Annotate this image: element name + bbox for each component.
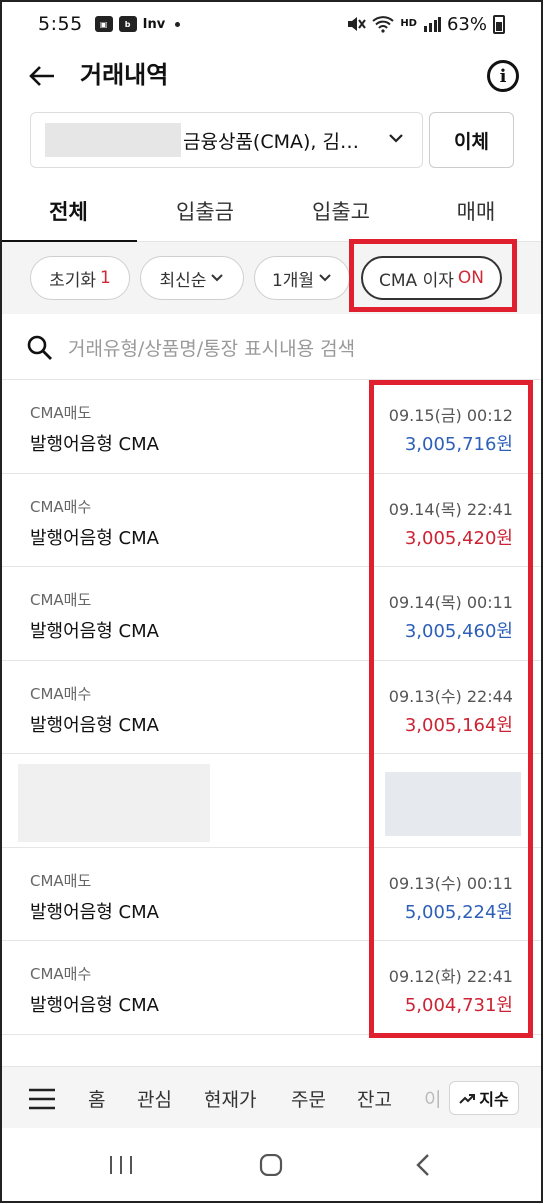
page-title: 거래내역: [80, 61, 169, 89]
status-time: 5:55: [38, 13, 83, 35]
transaction-amount: 3,005,420원: [404, 527, 513, 549]
mute-icon: [348, 17, 367, 31]
product-name: 발행어음형 CMA: [30, 995, 159, 1016]
nav-order[interactable]: 주문: [291, 1085, 326, 1112]
sort-label: 최신순: [159, 270, 207, 291]
cma-label: CMA 이자: [379, 270, 454, 291]
transaction-row[interactable]: CMA매도 발행어음형 CMA 09.15(금) 00:12 3,005,716…: [0, 380, 543, 474]
transaction-type: CMA매수: [30, 965, 92, 983]
account-label: 금융상품(CMA), 김…: [183, 131, 359, 153]
wifi-icon: [372, 16, 394, 33]
transaction-type: CMA매수: [30, 684, 92, 703]
search-icon: [27, 335, 52, 360]
system-nav-bar: [0, 1128, 543, 1203]
transaction-amount: 3,005,164원: [404, 714, 513, 736]
product-name: 발행어음형 CMA: [30, 434, 159, 455]
notification-icons: ▣ b Inv: [94, 16, 181, 32]
sort-chip[interactable]: 최신순: [140, 256, 244, 300]
battery-icon: [493, 14, 505, 34]
info-icon[interactable]: i: [487, 60, 519, 92]
period-label: 1개월: [271, 270, 315, 291]
nav-balance[interactable]: 잔고: [357, 1085, 392, 1112]
reset-label: 초기화: [49, 270, 97, 291]
back-icon[interactable]: [414, 1153, 432, 1177]
transaction-amount: 3,005,716원: [404, 434, 513, 455]
transaction-date: 09.13(수) 22:44: [388, 686, 513, 706]
recent-apps-icon[interactable]: [108, 1154, 134, 1176]
nav-more-truncated[interactable]: 이: [424, 1085, 441, 1112]
tab-all[interactable]: 전체: [0, 180, 137, 243]
cma-interest-toggle[interactable]: CMA 이자 ON: [361, 256, 502, 300]
status-right: HD 63%: [346, 14, 505, 35]
chevron-down-icon: [211, 274, 224, 282]
transaction-amount: 3,005,460원: [404, 621, 513, 642]
transaction-type: CMA매도: [30, 591, 92, 609]
cma-state: ON: [457, 268, 484, 288]
transaction-date: 09.14(목) 22:41: [388, 499, 513, 519]
tab-stock-transfer[interactable]: 입출고: [273, 180, 409, 242]
filter-bar: 초기화 1 최신순 1개월 CMA 이자 ON: [0, 242, 543, 314]
transaction-date: 09.12(화) 22:41: [388, 967, 513, 986]
transaction-date: 09.13(수) 00:11: [388, 873, 513, 893]
transaction-date: 09.15(금) 00:12: [388, 406, 513, 425]
bottom-nav: 홈 관심 현재가 주문 잔고 이 지수: [0, 1066, 543, 1128]
inv-icon: Inv: [142, 16, 166, 32]
search-placeholder: 거래유형/상품명/통장 표시내용 검색: [68, 338, 356, 360]
chevron-down-icon: [319, 274, 331, 282]
reset-filter-chip[interactable]: 초기화 1: [30, 256, 130, 300]
product-name: 발행어음형 CMA: [30, 901, 159, 923]
product-name: 발행어음형 CMA: [30, 621, 159, 642]
tab-trade[interactable]: 매매: [409, 180, 543, 242]
transaction-type: CMA매수: [30, 497, 92, 516]
transaction-list: CMA매도 발행어음형 CMA 09.15(금) 00:12 3,005,716…: [0, 380, 543, 1035]
tab-deposit-withdrawal[interactable]: 입출금: [137, 180, 273, 242]
reset-count: 1: [100, 268, 111, 288]
nav-home[interactable]: 홈: [88, 1085, 105, 1112]
transaction-row[interactable]: CMA매도 발행어음형 CMA 09.14(목) 00:11 3,005,460…: [0, 567, 543, 661]
transaction-amount: 5,004,731원: [404, 995, 513, 1016]
product-name: 발행어음형 CMA: [30, 527, 159, 549]
transaction-row[interactable]: CMA매수 발행어음형 CMA 09.14(목) 22:41 3,005,420…: [0, 474, 543, 567]
redacted-account-number: [45, 123, 181, 157]
hd-voice-icon: HD: [400, 18, 417, 29]
account-selector[interactable]: 금융상품(CMA), 김…: [30, 112, 423, 168]
signal-icon: [423, 17, 441, 32]
product-name: 발행어음형 CMA: [30, 714, 159, 736]
index-label: 지수: [479, 1090, 509, 1109]
battery-percent: 63%: [446, 13, 487, 35]
chevron-down-icon: [389, 134, 403, 143]
trend-up-icon: [459, 1094, 476, 1104]
transaction-type: CMA매도: [30, 871, 92, 890]
transfer-button[interactable]: 이체: [429, 112, 514, 168]
status-bar: 5:55 ▣ b Inv HD 63%: [0, 0, 543, 48]
back-arrow-icon[interactable]: [26, 60, 58, 92]
nav-watchlist[interactable]: 관심: [137, 1085, 172, 1112]
period-chip[interactable]: 1개월: [254, 256, 350, 300]
transaction-amount: 5,005,224원: [404, 901, 513, 923]
hamburger-menu-icon[interactable]: [28, 1088, 56, 1110]
redacted-block: [18, 764, 210, 842]
tab-bar: 전체 입출금 입출고 매매: [0, 180, 543, 243]
transaction-row[interactable]: CMA매수 발행어음형 CMA 09.13(수) 22:44 3,005,164…: [0, 661, 543, 754]
transaction-date: 09.14(목) 00:11: [388, 593, 513, 612]
blog-icon: b: [118, 16, 137, 32]
home-icon[interactable]: [259, 1154, 283, 1176]
search-bar[interactable]: 거래유형/상품명/통장 표시내용 검색: [0, 314, 543, 380]
transaction-row[interactable]: CMA매도 발행어음형 CMA 09.13(수) 00:11 5,005,224…: [0, 848, 543, 941]
redacted-row: [0, 754, 543, 848]
gallery-icon: ▣: [94, 16, 113, 32]
transaction-row[interactable]: CMA매수 발행어음형 CMA 09.12(화) 22:41 5,004,731…: [0, 941, 543, 1035]
transaction-type: CMA매도: [30, 404, 92, 422]
redacted-block: [385, 772, 521, 836]
index-button[interactable]: 지수: [449, 1081, 519, 1115]
app-header: 거래내역 i: [0, 48, 543, 104]
more-notifications-icon: [175, 21, 181, 27]
nav-quote[interactable]: 현재가: [204, 1085, 256, 1112]
